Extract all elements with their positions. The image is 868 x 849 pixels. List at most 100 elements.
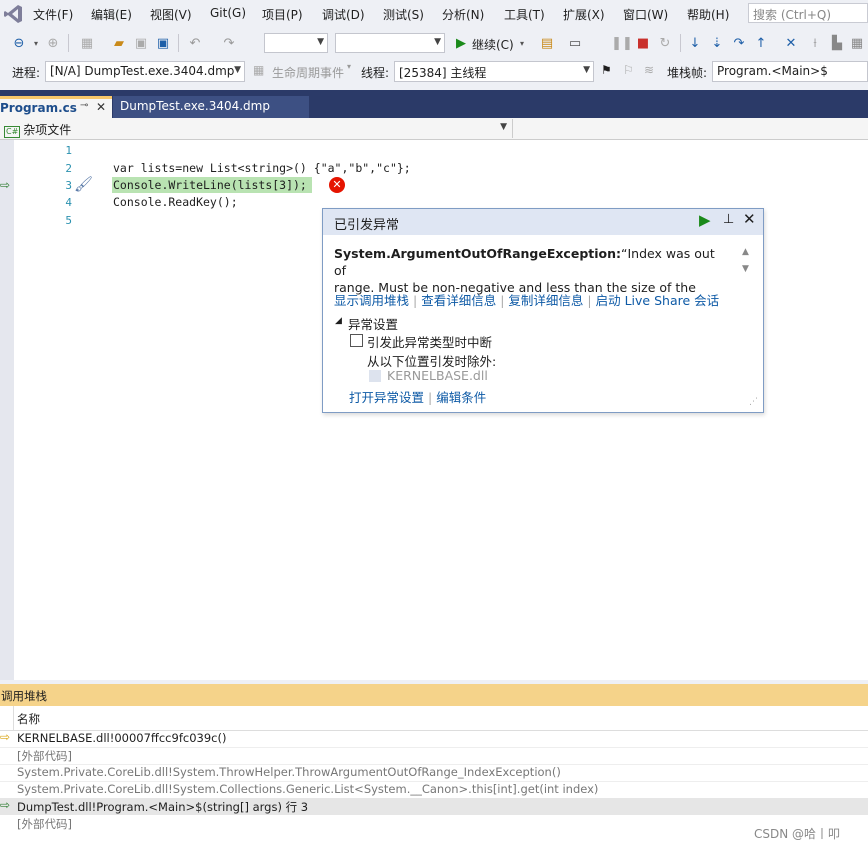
module-checkbox[interactable] — [369, 370, 381, 382]
code-line-4[interactable]: Console.ReadKey(); — [113, 195, 238, 209]
thread-combo[interactable]: [25384] 主线程 ▼ — [394, 61, 594, 82]
pin-icon[interactable]: ⊸ — [80, 100, 88, 111]
call-stack-header: 名称 — [0, 706, 868, 731]
flag-icon[interactable]: ⚑ — [601, 63, 612, 77]
call-stack-row[interactable]: System.Private.CoreLib.dll!System.ThrowH… — [0, 764, 868, 782]
exception-settings-title: 异常设置 — [348, 317, 399, 332]
view-details-link[interactable]: 查看详细信息 — [421, 293, 496, 308]
call-stack-row[interactable]: [外部代码] — [0, 815, 868, 832]
except-module: KERNELBASE.dll — [387, 368, 488, 383]
menu-edit[interactable]: 编辑(E) — [91, 6, 132, 23]
back-dropdown-icon[interactable]: ▾ — [27, 34, 45, 52]
live-share-link[interactable]: 启动 Live Share 会话 — [596, 293, 720, 308]
menu-window[interactable]: 窗口(W) — [623, 6, 668, 23]
menu-git[interactable]: Git(G) — [210, 6, 246, 20]
edit-conditions-link[interactable]: 编辑条件 — [436, 390, 486, 405]
menu-file[interactable]: 文件(F) — [33, 6, 73, 23]
step-into-icon[interactable]: ⇣ — [708, 34, 726, 52]
process-icon[interactable]: ▤ — [538, 34, 556, 52]
search-input[interactable]: 搜索 (Ctrl+Q) — [748, 3, 868, 23]
open-folder-icon[interactable]: ▰ — [110, 34, 128, 52]
solution-config-combo[interactable]: ▼ — [264, 33, 328, 53]
debug-location-bar: 进程: [N/A] DumpTest.exe.3404.dmp ▼ ▦ 生命周期事… — [0, 58, 868, 86]
stop-icon[interactable]: ■ — [634, 34, 652, 52]
visual-studio-logo-icon[interactable] — [2, 3, 24, 25]
close-tab-icon[interactable]: ✕ — [96, 100, 106, 114]
new-project-icon[interactable]: ▦ — [78, 34, 96, 52]
error-icon[interactable]: ✕ — [329, 177, 345, 193]
menu-view[interactable]: 视图(V) — [150, 6, 192, 23]
continue-button[interactable]: 继续(C) — [472, 36, 514, 53]
exception-links: 显示调用堆栈 | 查看详细信息 | 复制详细信息 | 启动 Live Share… — [334, 290, 719, 309]
step-out-icon[interactable]: ↑ — [752, 34, 770, 52]
diagnostics-icon[interactable]: ⟊ — [806, 34, 824, 52]
exception-message: System.ArgumentOutOfRangeException:“Inde… — [334, 245, 729, 296]
save-all-icon[interactable]: ▣ — [154, 34, 172, 52]
menu-tools[interactable]: 工具(T) — [504, 6, 545, 23]
menu-project[interactable]: 项目(P) — [262, 6, 303, 23]
continue-play-icon[interactable]: ▶ — [452, 34, 470, 52]
platform-combo[interactable]: ▼ — [335, 33, 445, 53]
undo-icon[interactable]: ↶ — [186, 34, 204, 52]
close-icon[interactable]: ✕ — [743, 210, 756, 228]
layout-icon[interactable]: ▭ — [566, 34, 584, 52]
settings-links: 打开异常设置 | 编辑条件 — [349, 387, 486, 406]
active-frame-arrow-icon: ⇨ — [0, 798, 11, 812]
call-stack-row-selected[interactable]: ⇨ DumpTest.dll!Program.<Main>$(string[] … — [0, 798, 868, 815]
call-stack-row[interactable]: System.Private.CoreLib.dll!System.Collec… — [0, 781, 868, 799]
step-over-icon[interactable]: ↷ — [730, 34, 748, 52]
pin-icon[interactable]: ⊥ — [723, 212, 734, 227]
scope-combo[interactable]: C# 杂项文件 ▼ — [0, 119, 510, 138]
show-next-statement-icon[interactable]: ↓ — [686, 34, 704, 52]
menu-extensions[interactable]: 扩展(X) — [563, 6, 605, 23]
continue-play-icon[interactable]: ▶ — [699, 211, 711, 229]
menu-help[interactable]: 帮助(H) — [687, 6, 729, 23]
menu-bar: 文件(F) 编辑(E) 视图(V) Git(G) 项目(P) 调试(D) 测试(… — [0, 0, 868, 28]
stack-frame-label: 堆栈帧: — [667, 66, 708, 80]
code-line-3[interactable]: Console.WriteLine(lists[3]); — [113, 178, 307, 192]
scroll-up-icon[interactable]: ▲ — [742, 247, 749, 257]
copy-details-link[interactable]: 复制详细信息 — [508, 293, 583, 308]
line-number: 2 — [65, 162, 72, 175]
lifecycle-dropdown-icon[interactable]: ▾ — [347, 62, 351, 71]
navigate-forward-icon[interactable]: ⊕ — [44, 34, 62, 52]
menu-test[interactable]: 测试(S) — [383, 6, 424, 23]
thread-value: [25384] 主线程 — [399, 66, 487, 80]
column-name-header[interactable]: 名称 — [17, 711, 40, 727]
flag-threads-icon[interactable]: ⚐ — [623, 63, 634, 77]
frame-name: DumpTest.dll!Program.<Main>$(string[] ar… — [17, 800, 309, 814]
menu-debug[interactable]: 调试(D) — [322, 6, 365, 23]
lifecycle-events-button[interactable]: 生命周期事件 — [272, 64, 344, 81]
process-label: 进程: — [12, 66, 41, 80]
scroll-down-icon[interactable]: ▼ — [742, 264, 749, 274]
thread-label: 线程: — [361, 66, 390, 80]
pause-icon[interactable]: ❚❚ — [611, 34, 633, 52]
resize-grip-icon[interactable]: ⋰ — [749, 397, 758, 407]
code-line-2[interactable]: var lists=new List<string>() {"a","b","c… — [113, 161, 411, 175]
frame-name: [外部代码] — [17, 817, 72, 831]
process-combo[interactable]: [N/A] DumpTest.exe.3404.dmp ▼ — [45, 61, 245, 82]
call-stack-row[interactable]: ⇨ KERNELBASE.dll!00007ffcc9fc039c() — [0, 730, 868, 748]
menu-analyze[interactable]: 分析(N) — [442, 6, 484, 23]
show-threads-icon[interactable]: ≋ — [644, 63, 654, 77]
show-call-stack-link[interactable]: 显示调用堆栈 — [334, 293, 409, 308]
navbar-divider — [512, 119, 513, 138]
hot-reload-icon[interactable]: ✕ — [782, 34, 800, 52]
navigate-back-icon[interactable]: ⊖ — [10, 34, 28, 52]
exception-helper-icon[interactable]: 🖌 — [74, 175, 93, 193]
call-stack-row[interactable]: [外部代码] — [0, 747, 868, 765]
stack-frame-combo[interactable]: Program.<Main>$ — [712, 61, 868, 82]
break-checkbox[interactable] — [350, 334, 363, 347]
tab-program-cs[interactable]: Program.cs ⊸ ✕ — [0, 96, 112, 118]
exception-title: 已引发异常 — [334, 218, 400, 233]
chart-icon[interactable]: ▙ — [828, 34, 846, 52]
restart-icon[interactable]: ↻ — [656, 34, 674, 52]
grid-icon[interactable]: ▦ — [848, 34, 866, 52]
tab-dump-file[interactable]: DumpTest.exe.3404.dmp — [113, 96, 309, 118]
scope-value: 杂项文件 — [23, 123, 72, 137]
collapse-icon[interactable]: ◢ — [335, 316, 342, 326]
save-icon[interactable]: ▣ — [132, 34, 150, 52]
continue-dropdown-icon[interactable]: ▾ — [513, 34, 531, 52]
redo-icon[interactable]: ↷ — [220, 34, 238, 52]
open-exception-settings-link[interactable]: 打开异常设置 — [349, 390, 424, 405]
